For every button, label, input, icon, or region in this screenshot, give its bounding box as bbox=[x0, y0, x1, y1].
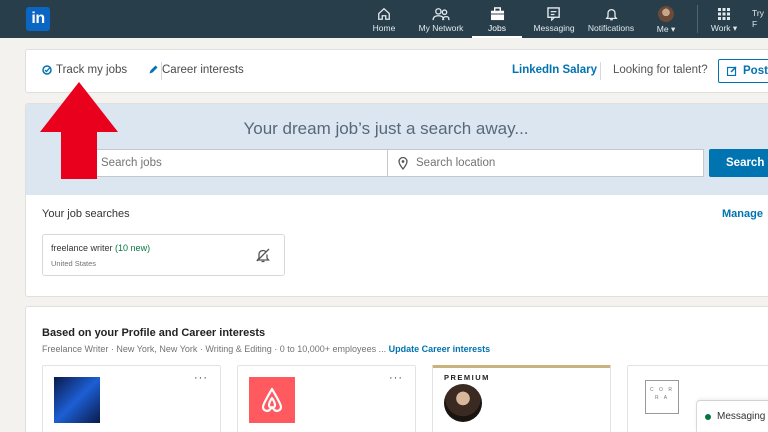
post-job-label: Post bbox=[743, 65, 768, 77]
messaging-icon bbox=[546, 7, 560, 21]
briefcase-icon bbox=[490, 7, 504, 21]
red-arrow-annotation bbox=[40, 82, 118, 179]
home-icon bbox=[378, 7, 390, 20]
nav-my-network-label: My Network bbox=[418, 23, 464, 33]
linkedin-logo[interactable]: in bbox=[26, 7, 50, 31]
nav-jobs[interactable]: Jobs bbox=[472, 0, 522, 38]
online-status-dot bbox=[705, 413, 711, 420]
saved-search-new-count: (10 new) bbox=[115, 243, 151, 253]
saved-search-keyword: freelance writer bbox=[51, 243, 113, 253]
airbnb-icon bbox=[261, 387, 283, 412]
try-premium-link[interactable]: Try F bbox=[752, 8, 764, 30]
nav-work[interactable]: Work ▾ bbox=[704, 0, 744, 38]
search-jobs-input[interactable]: Search jobs bbox=[86, 149, 388, 177]
track-my-jobs-label: Track my jobs bbox=[56, 64, 128, 76]
premium-job-card[interactable]: PREMIUM bbox=[432, 365, 611, 432]
nav-messaging[interactable]: Messaging bbox=[530, 0, 578, 38]
nav-me[interactable]: Me ▾ bbox=[648, 0, 684, 38]
nav-my-network[interactable]: My Network bbox=[414, 0, 468, 38]
top-nav: in Home My Network Jobs Messaging Notifi… bbox=[0, 0, 768, 38]
saved-search-card[interactable]: freelance writer (10 new) United States bbox=[42, 234, 285, 276]
network-icon bbox=[432, 8, 450, 21]
edit-icon bbox=[727, 66, 737, 76]
career-interests-summary: Freelance Writer · New York, New York · … bbox=[42, 344, 387, 354]
messaging-tab-label: Messaging bbox=[717, 411, 766, 422]
search-location-input[interactable]: Search location bbox=[387, 149, 704, 177]
job-card-menu-button[interactable]: ··· bbox=[194, 372, 208, 384]
premium-label: PREMIUM bbox=[444, 373, 490, 382]
update-career-interests-link[interactable]: Update Career interests bbox=[389, 344, 491, 354]
post-job-button[interactable]: Post bbox=[718, 59, 768, 83]
nav-jobs-label: Jobs bbox=[488, 23, 506, 33]
saved-search-query: freelance writer (10 new) bbox=[51, 243, 150, 253]
job-card-menu-button[interactable]: ··· bbox=[389, 372, 403, 384]
search-button[interactable]: Search bbox=[709, 149, 768, 177]
nav-home[interactable]: Home bbox=[366, 0, 402, 38]
nav-divider bbox=[697, 5, 698, 33]
corra-logo: C O R R A bbox=[645, 380, 679, 414]
bell-icon bbox=[604, 8, 618, 21]
job-card[interactable]: ··· bbox=[237, 365, 416, 432]
jobs-subnav: Track my jobs Career interests LinkedIn … bbox=[26, 50, 768, 92]
subnav-divider-2 bbox=[600, 62, 601, 80]
recommendations-title: Based on your Profile and Career interes… bbox=[42, 327, 266, 339]
recruiter-photo bbox=[444, 384, 482, 422]
avatar bbox=[658, 6, 674, 22]
airbnb-logo bbox=[249, 377, 295, 423]
search-location-placeholder: Search location bbox=[416, 157, 496, 169]
job-searches-title: Your job searches bbox=[42, 208, 130, 220]
search-hero: Your dream job’s just a search away... S… bbox=[26, 104, 768, 195]
nav-notifications[interactable]: Notifications bbox=[584, 0, 638, 38]
company-logo bbox=[54, 377, 100, 423]
nav-messaging-label: Messaging bbox=[533, 23, 575, 33]
nav-home-label: Home bbox=[372, 23, 396, 33]
recommended-jobs-card: Based on your Profile and Career interes… bbox=[26, 307, 768, 432]
recommendations-subtitle: Freelance Writer · New York, New York · … bbox=[42, 344, 490, 354]
manage-searches-link[interactable]: Manage bbox=[722, 208, 763, 220]
career-interests-label: Career interests bbox=[162, 64, 244, 76]
track-my-jobs-link[interactable]: Track my jobs bbox=[42, 64, 127, 76]
job-card[interactable]: ··· bbox=[42, 365, 221, 432]
pencil-icon bbox=[149, 65, 158, 74]
search-headline: Your dream job’s just a search away... bbox=[243, 119, 529, 138]
linkedin-salary-link[interactable]: LinkedIn Salary bbox=[512, 64, 597, 76]
check-circle-icon bbox=[42, 65, 52, 75]
looking-for-talent-text: Looking for talent? bbox=[613, 64, 708, 76]
career-interests-link[interactable]: Career interests bbox=[148, 64, 244, 76]
job-search-card: Your dream job’s just a search away... S… bbox=[26, 104, 768, 296]
bell-off-icon[interactable] bbox=[255, 247, 271, 263]
messaging-overlay-tab[interactable]: Messaging bbox=[697, 401, 768, 432]
nav-me-label: Me ▾ bbox=[656, 24, 676, 34]
saved-search-location: United States bbox=[51, 259, 97, 268]
grid-icon bbox=[718, 8, 730, 20]
nav-work-label: Work ▾ bbox=[710, 23, 738, 33]
location-pin-icon bbox=[398, 156, 408, 170]
nav-notifications-label: Notifications bbox=[587, 23, 635, 33]
